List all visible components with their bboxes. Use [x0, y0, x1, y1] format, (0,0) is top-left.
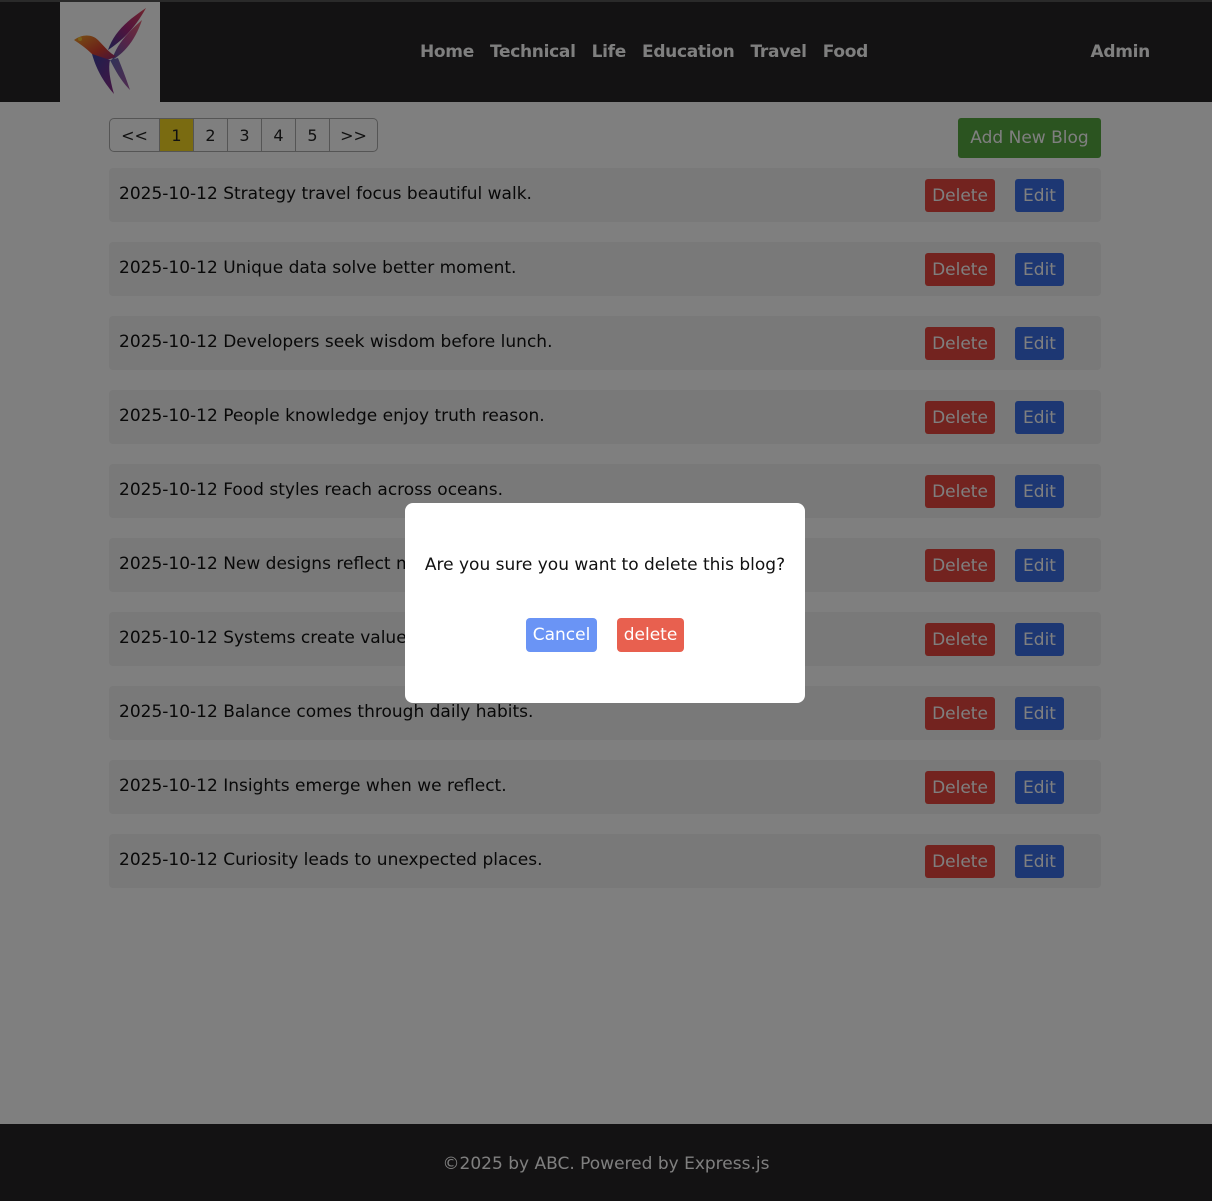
cancel-button[interactable]: Cancel: [526, 618, 597, 652]
delete-confirm-dialog: Are you sure you want to delete this blo…: [405, 503, 805, 703]
dialog-message: Are you sure you want to delete this blo…: [424, 555, 786, 575]
confirm-delete-button[interactable]: delete: [617, 618, 684, 652]
